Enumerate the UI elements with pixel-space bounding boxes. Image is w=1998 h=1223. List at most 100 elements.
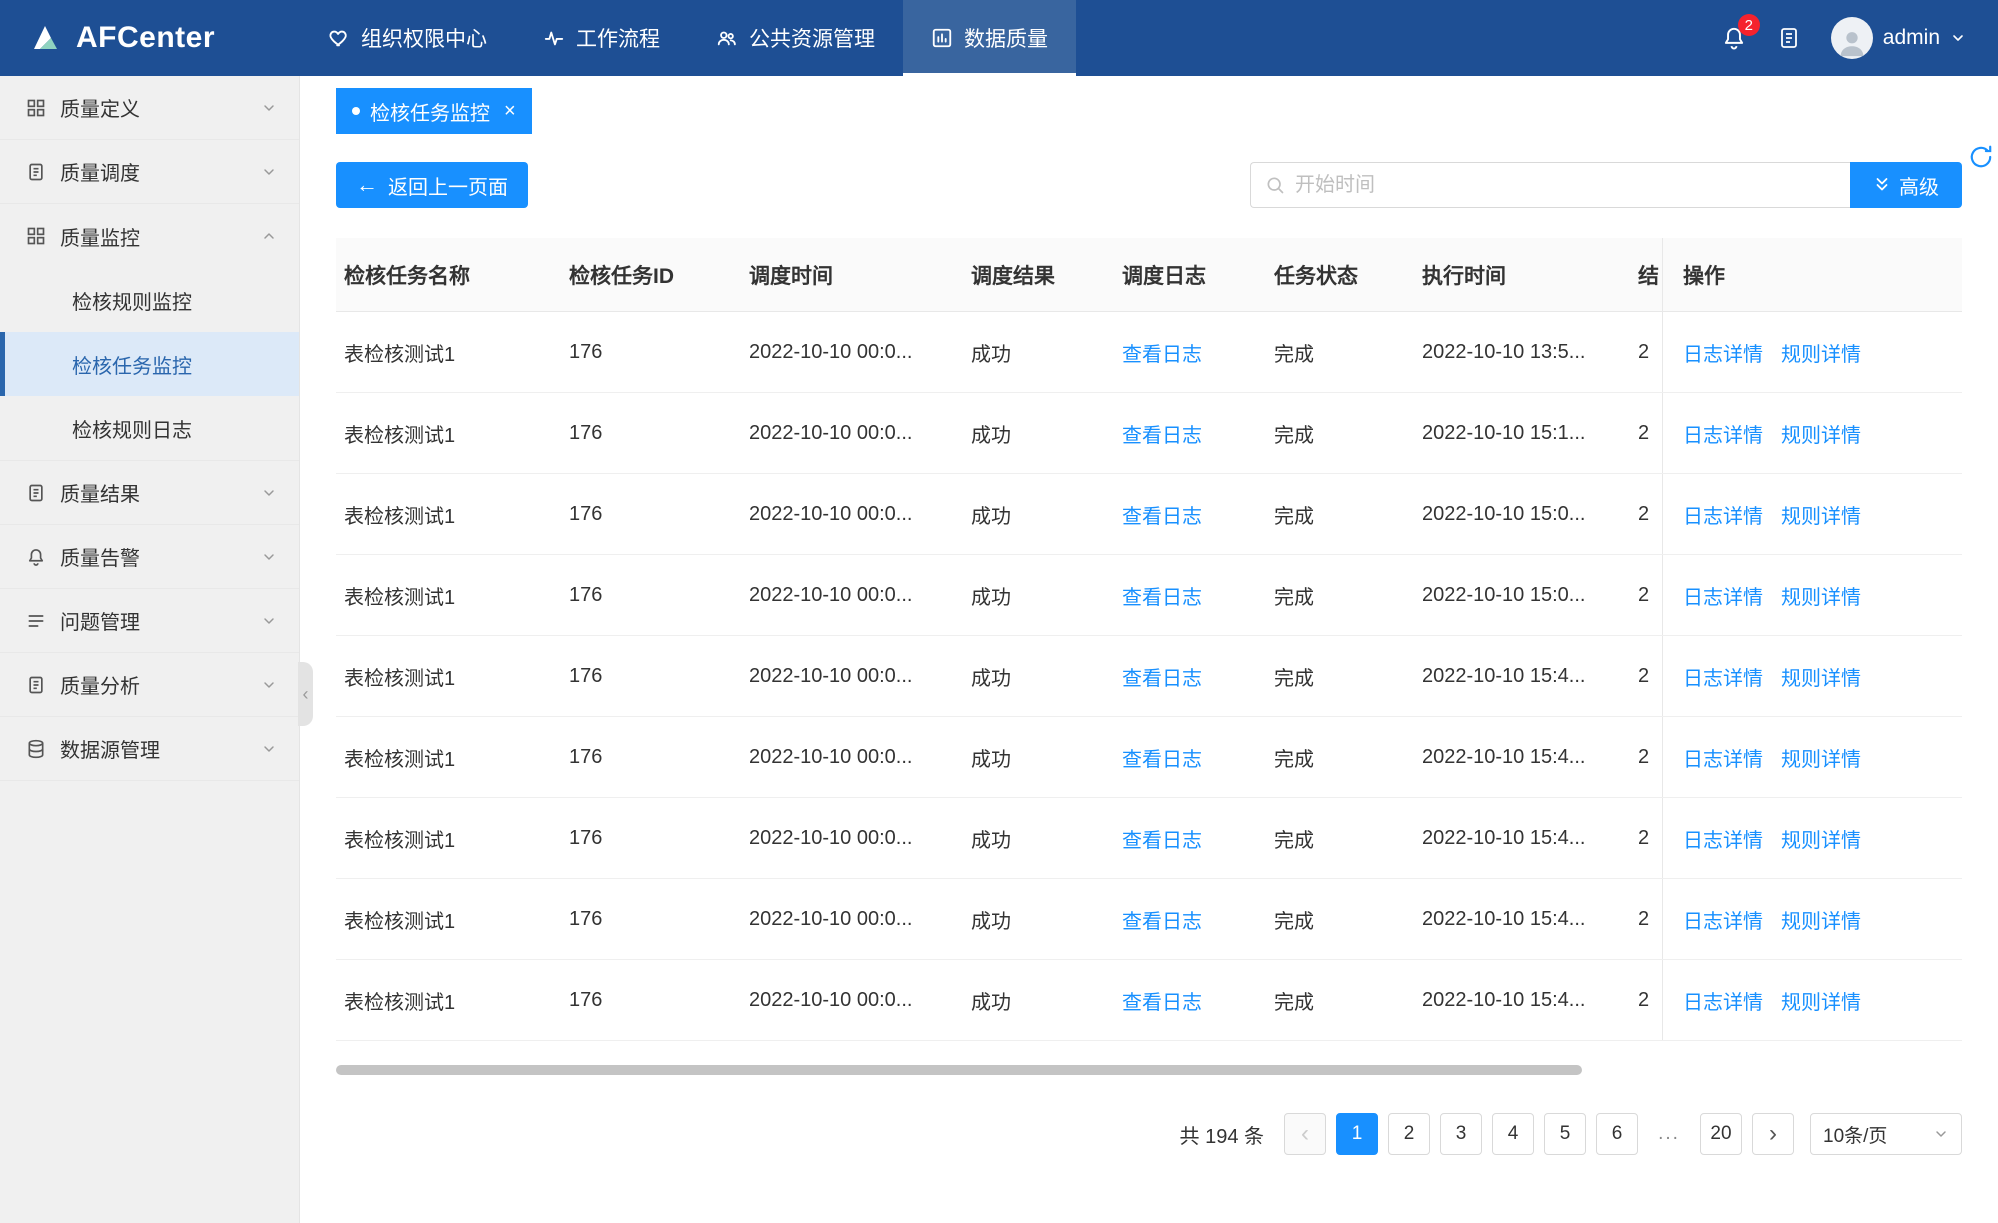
list-icon [26, 611, 46, 631]
rule-detail-link[interactable]: 规则详情 [1781, 419, 1861, 448]
horizontal-scrollbar [336, 1065, 1962, 1075]
sidebar-item-quality-analysis[interactable]: 质量分析 [0, 653, 299, 717]
log-detail-link[interactable]: 日志详情 [1683, 824, 1763, 853]
cell-actions: 日志详情 规则详情 [1662, 393, 1962, 473]
cell-schedule-time: 2022-10-10 00:0... [741, 555, 963, 635]
sidebar-item-quality-schedule[interactable]: 质量调度 [0, 140, 299, 204]
cell-task-status: 完成 [1266, 555, 1414, 635]
tab-label: 检核任务监控 [370, 97, 490, 126]
tab-task-monitor[interactable]: 检核任务监控 × [336, 88, 532, 134]
view-log-link[interactable]: 查看日志 [1122, 500, 1202, 529]
back-button[interactable]: ← 返回上一页面 [336, 162, 528, 208]
main-content: 检核任务监控 × ← 返回上一页面 高 [300, 76, 1998, 1223]
sidebar-item-rule-log[interactable]: 检核规则日志 [0, 396, 299, 460]
view-log-link[interactable]: 查看日志 [1122, 905, 1202, 934]
cell-task-id: 176 [561, 393, 741, 473]
arrow-left-icon: ← [356, 174, 378, 196]
sidebar-item-quality-monitor[interactable]: 质量监控 [0, 204, 299, 268]
pagination-ellipsis[interactable]: ... [1648, 1113, 1690, 1155]
toolbar: ← 返回上一页面 高级 [300, 146, 1998, 208]
table-row: 表检核测试1 176 2022-10-10 00:0... 成功 查看日志 完成… [336, 960, 1962, 1041]
rule-detail-link[interactable]: 规则详情 [1781, 743, 1861, 772]
advanced-button[interactable]: 高级 [1850, 162, 1962, 208]
sidebar-collapse-handle[interactable]: ‹ [298, 662, 313, 726]
prev-page-button[interactable]: ‹ [1284, 1113, 1326, 1155]
cell-task-name: 表检核测试1 [336, 555, 561, 635]
view-log-link[interactable]: 查看日志 [1122, 581, 1202, 610]
view-log-link[interactable]: 查看日志 [1122, 986, 1202, 1015]
rule-detail-link[interactable]: 规则详情 [1781, 581, 1861, 610]
view-log-link[interactable]: 查看日志 [1122, 419, 1202, 448]
notifications-button[interactable]: 2 [1721, 25, 1747, 51]
rule-detail-link[interactable]: 规则详情 [1781, 338, 1861, 367]
page-button-3[interactable]: 3 [1440, 1113, 1482, 1155]
log-detail-link[interactable]: 日志详情 [1683, 338, 1763, 367]
cell-task-name: 表检核测试1 [336, 636, 561, 716]
cell-schedule-result: 成功 [963, 555, 1114, 635]
cell-exec-time: 2022-10-10 15:1... [1414, 393, 1638, 473]
sidebar-item-datasource-management[interactable]: 数据源管理 [0, 717, 299, 781]
sidebar-item-task-monitor[interactable]: 检核任务监控 [0, 332, 299, 396]
chevron-down-icon [261, 100, 277, 116]
tab-bar: 检核任务监控 × [300, 76, 1998, 146]
view-log-link[interactable]: 查看日志 [1122, 338, 1202, 367]
cell-schedule-log: 查看日志 [1114, 555, 1266, 635]
app-shell: 质量定义 质量调度 质量监控 检核规则监控 检核任务监控 检核规则日志 [0, 76, 1998, 1223]
log-detail-link[interactable]: 日志详情 [1683, 905, 1763, 934]
sidebar-item-quality-result[interactable]: 质量结果 [0, 461, 299, 525]
rule-detail-link[interactable]: 规则详情 [1781, 500, 1861, 529]
view-log-link[interactable]: 查看日志 [1122, 743, 1202, 772]
page-button-20[interactable]: 20 [1700, 1113, 1742, 1155]
sidebar-item-issue-management[interactable]: 问题管理 [0, 589, 299, 653]
sidebar-item-quality-definition[interactable]: 质量定义 [0, 76, 299, 140]
app-logo[interactable]: AFCenter [0, 0, 300, 76]
cell-task-status: 完成 [1266, 474, 1414, 554]
rule-detail-link[interactable]: 规则详情 [1781, 986, 1861, 1015]
nav-item-data-quality[interactable]: 数据质量 [903, 0, 1076, 76]
table-header: 检核任务名称 检核任务ID 调度时间 调度结果 调度日志 任务状态 执行时间 结… [336, 238, 1962, 312]
nav-item-public-resources[interactable]: 公共资源管理 [688, 0, 903, 76]
log-detail-link[interactable]: 日志详情 [1683, 581, 1763, 610]
cell-schedule-time: 2022-10-10 00:0... [741, 717, 963, 797]
nav-item-label: 数据质量 [964, 23, 1048, 53]
pagination-total: 共 194 条 [1180, 1120, 1264, 1149]
view-log-link[interactable]: 查看日志 [1122, 824, 1202, 853]
view-log-link[interactable]: 查看日志 [1122, 662, 1202, 691]
log-detail-link[interactable]: 日志详情 [1683, 743, 1763, 772]
cell-actions: 日志详情 规则详情 [1662, 879, 1962, 959]
close-icon[interactable]: × [504, 100, 516, 123]
nav-item-org-permission-center[interactable]: 组织权限中心 [300, 0, 515, 76]
log-detail-link[interactable]: 日志详情 [1683, 419, 1763, 448]
document-icon[interactable] [1777, 26, 1801, 50]
page-button-2[interactable]: 2 [1388, 1113, 1430, 1155]
nav-item-label: 工作流程 [576, 23, 660, 53]
scrollbar-thumb[interactable] [336, 1065, 1582, 1075]
back-button-label: 返回上一页面 [388, 171, 508, 200]
nav-item-label: 组织权限中心 [361, 23, 487, 53]
page-size-select[interactable]: 10条/页 [1810, 1113, 1962, 1155]
nav-item-workflow[interactable]: 工作流程 [515, 0, 688, 76]
page-button-6[interactable]: 6 [1596, 1113, 1638, 1155]
grid-icon [26, 98, 46, 118]
log-detail-link[interactable]: 日志详情 [1683, 662, 1763, 691]
cell-task-id: 176 [561, 312, 741, 392]
rule-detail-link[interactable]: 规则详情 [1781, 905, 1861, 934]
rule-detail-link[interactable]: 规则详情 [1781, 662, 1861, 691]
sidebar-item-quality-alert[interactable]: 质量告警 [0, 525, 299, 589]
user-menu[interactable]: admin [1831, 17, 1966, 59]
page-button-4[interactable]: 4 [1492, 1113, 1534, 1155]
table-body: 表检核测试1 176 2022-10-10 00:0... 成功 查看日志 完成… [336, 312, 1962, 1041]
log-detail-link[interactable]: 日志详情 [1683, 986, 1763, 1015]
table-row: 表检核测试1 176 2022-10-10 00:0... 成功 查看日志 完成… [336, 393, 1962, 474]
chevron-down-icon [261, 485, 277, 501]
page-button-5[interactable]: 5 [1544, 1113, 1586, 1155]
next-page-button[interactable]: › [1752, 1113, 1794, 1155]
sidebar-item-rule-monitor[interactable]: 检核规则监控 [0, 268, 299, 332]
page-button-1[interactable]: 1 [1336, 1113, 1378, 1155]
cell-exec-time: 2022-10-10 15:0... [1414, 555, 1638, 635]
start-time-input[interactable] [1295, 174, 1836, 197]
refresh-icon[interactable] [1968, 144, 1994, 170]
search-icon [1265, 175, 1285, 195]
rule-detail-link[interactable]: 规则详情 [1781, 824, 1861, 853]
log-detail-link[interactable]: 日志详情 [1683, 500, 1763, 529]
